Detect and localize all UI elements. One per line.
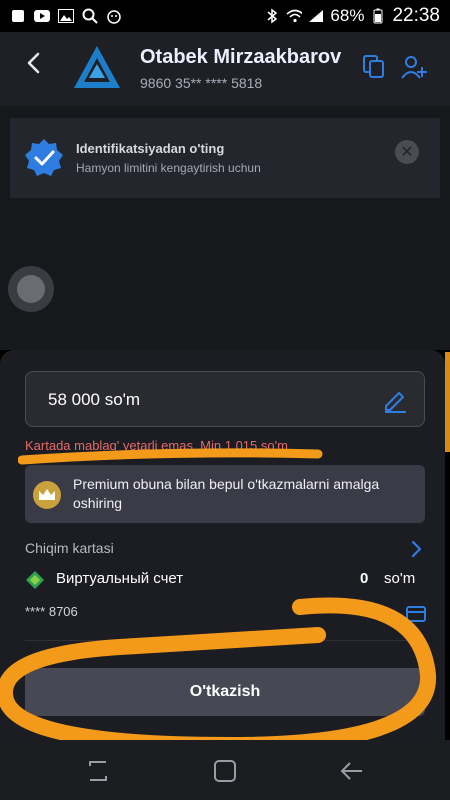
- recents-icon[interactable]: [86, 760, 110, 782]
- search-icon: [82, 8, 98, 24]
- transfer-button[interactable]: O'tkazish: [25, 668, 425, 716]
- youtube-icon: [34, 8, 50, 24]
- system-nav-bar: [0, 740, 450, 800]
- transfer-sheet: 58 000 so'm Kartada mablag' yetarli emas…: [0, 350, 445, 740]
- close-icon[interactable]: ✕: [395, 140, 419, 164]
- back-icon[interactable]: [340, 760, 364, 782]
- signal-icon: [308, 8, 324, 24]
- add-user-icon[interactable]: [400, 54, 428, 80]
- clock: 22:38: [392, 5, 440, 26]
- masked-card-number: **** 8706: [25, 604, 78, 619]
- amount-input[interactable]: 58 000 so'm: [25, 371, 425, 427]
- battery-percent: 68%: [330, 6, 365, 25]
- wifi-icon: [286, 8, 303, 24]
- header: Otabek Mirzaakbarov 9860 35** **** 5818: [0, 32, 450, 106]
- banner-subtitle: Hamyon limitini kengaytirish uchun: [76, 161, 261, 175]
- banner-title: Identifikatsiyadan o'ting: [76, 141, 225, 156]
- scribble-mark: [18, 448, 323, 465]
- chevron-right-icon[interactable]: [409, 540, 423, 558]
- copy-icon[interactable]: [362, 54, 386, 80]
- promo-text: Premium obuna bilan bepul o'tkazmalarni …: [73, 476, 380, 511]
- status-bar: 68% 22:38: [0, 0, 450, 32]
- orange-edge-mark: [445, 352, 450, 452]
- floating-assistive-button[interactable]: [8, 266, 54, 312]
- premium-promo-card[interactable]: Premium obuna bilan bepul o'tkazmalarni …: [25, 465, 425, 523]
- balance-currency: so'm: [384, 570, 416, 587]
- card-icon[interactable]: [406, 606, 426, 622]
- recipient-card-number: 9860 35** **** 5818: [140, 75, 263, 91]
- bluetooth-icon: [264, 8, 280, 24]
- home-icon[interactable]: [213, 760, 237, 782]
- edit-pencil-icon[interactable]: [382, 387, 408, 413]
- app-icon: [10, 8, 26, 24]
- battery-icon: [370, 8, 386, 24]
- outgoing-card-label: Chiqim kartasi: [25, 540, 114, 556]
- identification-banner[interactable]: Identifikatsiyadan o'ting Hamyon limitin…: [10, 118, 440, 198]
- virtual-wallet-icon: [26, 571, 44, 589]
- amount-value: 58 000 so'm: [48, 390, 141, 409]
- dog-icon: [106, 8, 122, 24]
- main-area: Identifikatsiyadan o'ting Hamyon limitin…: [0, 106, 450, 350]
- verified-badge-icon: [25, 139, 63, 176]
- recipient-name: Otabek Mirzaakbarov: [140, 46, 342, 68]
- wallet-balance: 0: [360, 570, 369, 587]
- wallet-name[interactable]: Виртуальный счет: [56, 570, 183, 587]
- crown-icon: [33, 481, 61, 509]
- image-icon: [58, 8, 74, 24]
- back-arrow-icon[interactable]: [22, 48, 46, 78]
- card-logo-icon: [74, 46, 120, 88]
- divider: [25, 640, 425, 641]
